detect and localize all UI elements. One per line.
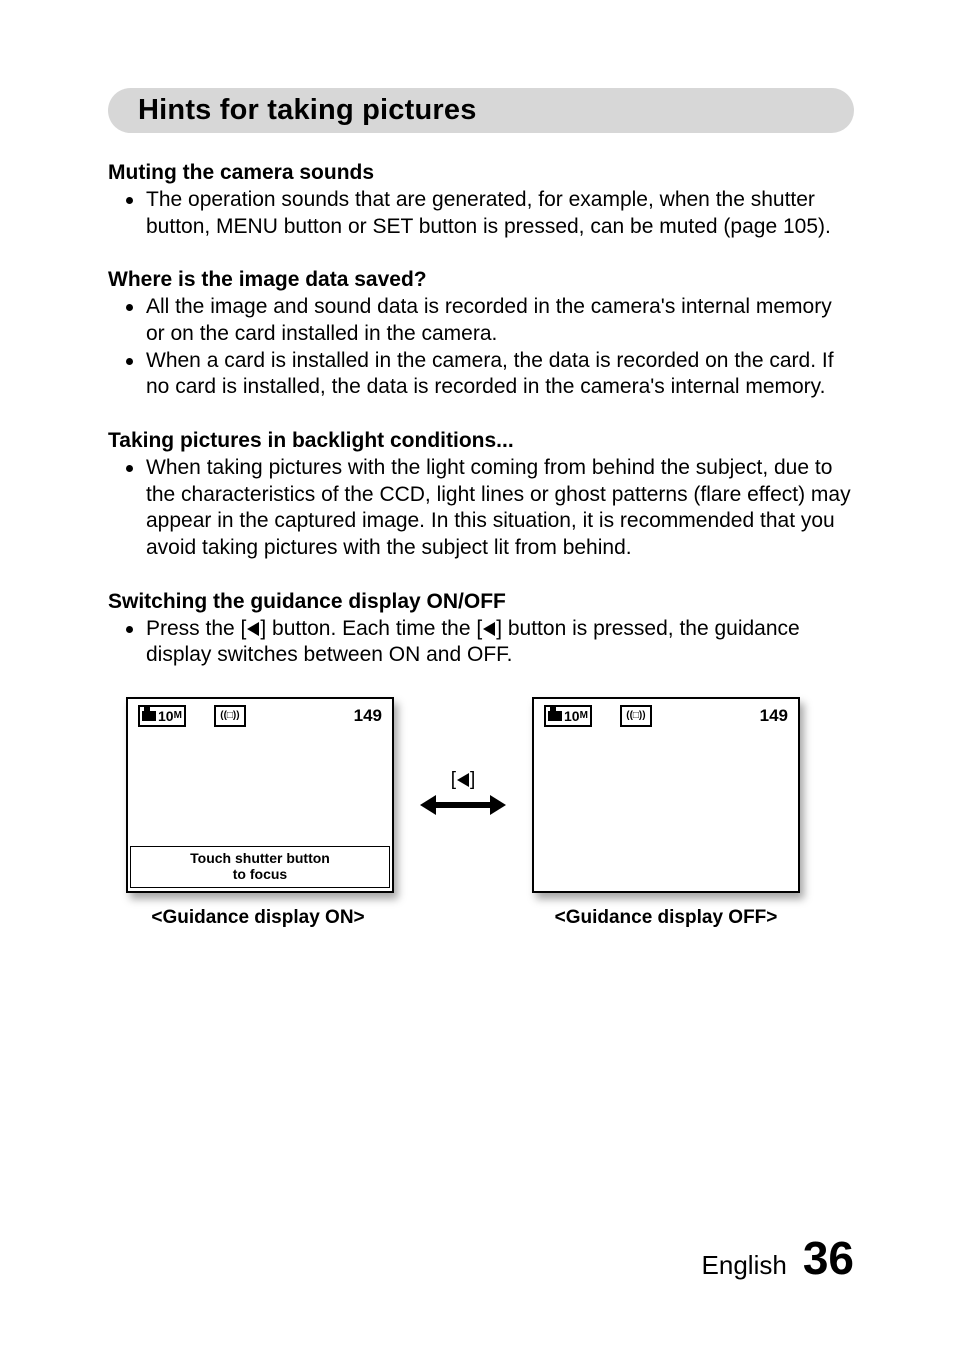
- mode-m: M: [174, 711, 182, 721]
- shots-remaining: 149: [354, 706, 382, 726]
- bullet-text: The operation sounds that are generated,…: [146, 188, 831, 238]
- bullets-guidance: Press the [] button. Each time the [] bu…: [108, 616, 854, 669]
- caption-row: <Guidance display ON> <Guidance display …: [108, 907, 854, 929]
- section-head-backlight: Taking pictures in backlight conditions.…: [108, 429, 854, 453]
- bullet-mute-0: The operation sounds that are generated,…: [126, 187, 854, 240]
- stabilizer-icon: ((□)): [620, 705, 652, 727]
- bullet-where-0: All the image and sound data is recorded…: [126, 294, 854, 347]
- bullets-mute: The operation sounds that are generated,…: [108, 187, 854, 240]
- caption-guidance-on: <Guidance display ON>: [123, 907, 393, 929]
- bullet-backlight-0: When taking pictures with the light comi…: [126, 455, 854, 562]
- camera-icon: [548, 711, 562, 721]
- section-head-where: Where is the image data saved?: [108, 268, 854, 292]
- mode-number: 10: [564, 709, 580, 723]
- mode-badge: 10M: [544, 705, 592, 727]
- status-left-group: 10M ((□)): [544, 705, 652, 727]
- guidance-message: Touch shutter button to focus: [130, 846, 390, 888]
- mode-badge: 10M: [138, 705, 186, 727]
- mode-m: M: [580, 711, 588, 721]
- bullet-text: When taking pictures with the light comi…: [146, 456, 851, 559]
- shots-remaining: 149: [760, 706, 788, 726]
- bullet-text: All the image and sound data is recorded…: [146, 295, 832, 345]
- bullet-text: When a card is installed in the camera, …: [146, 349, 834, 399]
- bullet-text-mid: ] button. Each time the [: [260, 617, 482, 640]
- page-number: 36: [803, 1231, 854, 1285]
- camera-icon: [142, 711, 156, 721]
- toggle-indicator: []: [394, 697, 532, 815]
- bullets-where: All the image and sound data is recorded…: [108, 294, 854, 401]
- mode-number: 10: [158, 709, 174, 723]
- left-button-label: []: [451, 769, 476, 791]
- language-label: English: [702, 1250, 787, 1281]
- stabilizer-icon: ((□)): [214, 705, 246, 727]
- section-head-mute: Muting the camera sounds: [108, 161, 854, 185]
- camera-statusbar: 10M ((□)) 149: [128, 705, 392, 727]
- double-arrow-icon: [420, 795, 506, 815]
- section-head-guidance: Switching the guidance display ON/OFF: [108, 590, 854, 614]
- guidance-diagram: 10M ((□)) 149 Touch shutter button to fo…: [108, 697, 854, 893]
- caption-guidance-off: <Guidance display OFF>: [531, 907, 801, 929]
- camera-statusbar: 10M ((□)) 149: [534, 705, 798, 727]
- stabilizer-text: ((□)): [626, 711, 645, 721]
- left-arrow-icon: [247, 622, 259, 636]
- hint-title-bar: Hints for taking pictures: [108, 88, 854, 133]
- page-footer: English 36: [702, 1231, 854, 1285]
- camera-display-off: 10M ((□)) 149: [532, 697, 800, 893]
- camera-display-on: 10M ((□)) 149 Touch shutter button to fo…: [126, 697, 394, 893]
- bullet-text-prefix: Press the [: [146, 617, 246, 640]
- left-arrow-icon: [457, 773, 469, 787]
- manual-page: Hints for taking pictures Muting the cam…: [0, 0, 954, 1345]
- hint-title-text: Hints for taking pictures: [138, 94, 477, 126]
- bullet-where-1: When a card is installed in the camera, …: [126, 348, 854, 401]
- stabilizer-text: ((□)): [220, 711, 239, 721]
- bullets-backlight: When taking pictures with the light comi…: [108, 455, 854, 562]
- left-arrow-icon: [483, 622, 495, 636]
- guidance-line2: to focus: [135, 866, 385, 883]
- bullet-guidance-0: Press the [] button. Each time the [] bu…: [126, 616, 854, 669]
- guidance-line1: Touch shutter button: [135, 850, 385, 867]
- status-left-group: 10M ((□)): [138, 705, 246, 727]
